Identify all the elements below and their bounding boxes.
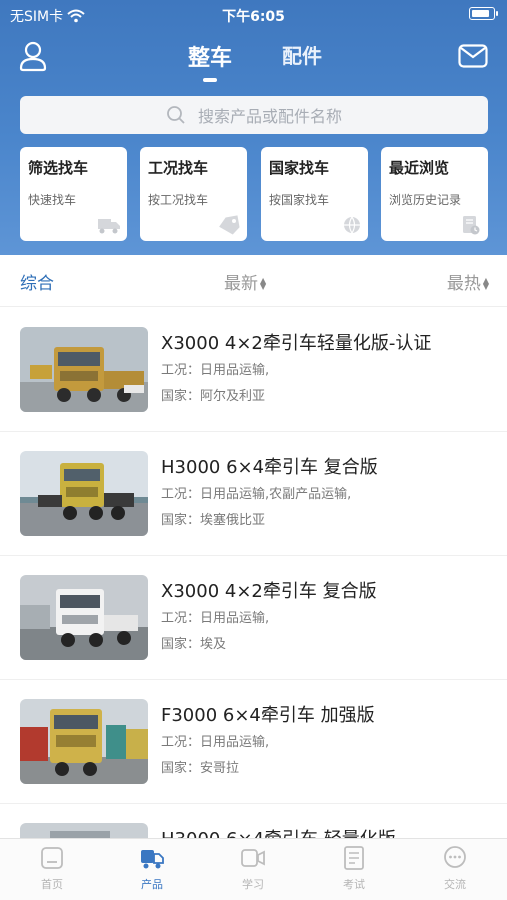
product-title: X3000 4×2牵引车 复合版	[161, 581, 377, 602]
work-value: 日用品运输,	[200, 735, 270, 750]
country-label: 国家：	[161, 389, 201, 404]
card-title: 国家找车	[269, 159, 330, 177]
exam-icon	[344, 846, 364, 870]
product-country: 国家：埃及	[161, 633, 226, 652]
list-item[interactable]: X3000 4×2牵引车轻量化版-认证 工况：日用品运输, 国家：阿尔及利亚	[0, 308, 507, 432]
tab-home[interactable]: 首页	[17, 845, 87, 892]
work-value: 日用品运输,农副产品运输,	[200, 487, 352, 502]
work-label: 工况：	[161, 487, 201, 502]
tab-label: 考试	[343, 878, 365, 891]
card-title: 筛选找车	[28, 159, 89, 177]
card-subtitle: 按工况找车	[148, 193, 209, 207]
active-tab-indicator	[203, 78, 217, 82]
sort-newest-label: 最新	[224, 274, 258, 294]
country-value: 埃及	[200, 637, 227, 652]
tag-icon	[219, 215, 240, 235]
card-title: 工况找车	[148, 159, 209, 177]
product-work-condition: 工况：日用品运输,	[161, 359, 269, 378]
list-item[interactable]: X3000 4×2牵引车 复合版 工况：日用品运输, 国家：埃及	[0, 556, 507, 680]
product-country: 国家：阿尔及利亚	[161, 385, 265, 404]
country-label: 国家：	[161, 637, 201, 652]
card-subtitle: 快速找车	[28, 193, 77, 207]
status-time: 下午6:05	[222, 9, 285, 25]
country-value: 阿尔及利亚	[200, 389, 266, 404]
history-icon	[463, 216, 480, 235]
truck-icon	[98, 219, 120, 234]
country-value: 埃塞俄比亚	[200, 513, 266, 528]
message-button[interactable]	[458, 44, 488, 68]
card-filter-search[interactable]: 筛选找车 快速找车	[20, 147, 127, 241]
sort-newest[interactable]: 最新 ▲ ▼	[224, 269, 266, 294]
mail-icon	[458, 44, 488, 68]
search-icon	[167, 106, 185, 124]
product-image	[20, 451, 148, 536]
work-value: 日用品运输,	[200, 611, 270, 626]
search-placeholder: 搜索产品或配件名称	[197, 107, 342, 126]
tab-exam[interactable]: 考试	[319, 845, 389, 892]
sort-hottest-label: 最热	[446, 274, 481, 294]
tab-products[interactable]: 产品	[117, 845, 187, 892]
tab-label: 学习	[242, 878, 264, 891]
tab-label: 产品	[141, 878, 163, 891]
product-image	[20, 327, 148, 412]
work-label: 工况：	[161, 611, 201, 626]
header: 无SIM卡 下午6:05 整车 配件 搜索产品或配件名称 筛选找车 快速找车 工…	[0, 0, 507, 255]
tab-community[interactable]: 交流	[420, 845, 490, 892]
sort-composite[interactable]: 综合	[20, 269, 54, 294]
tab-vehicle[interactable]: 整车	[188, 40, 232, 72]
user-icon	[19, 41, 47, 72]
user-button[interactable]	[18, 40, 48, 72]
sort-arrows-icon: ▲ ▼	[260, 276, 267, 291]
tab-label: 交流	[444, 878, 466, 891]
product-country: 国家：埃塞俄比亚	[161, 509, 265, 528]
list-item[interactable]: H3000 6×4牵引车 复合版 工况：日用品运输,农副产品运输, 国家：埃塞俄…	[0, 432, 507, 556]
tab-label: 首页	[41, 878, 63, 891]
product-work-condition: 工况：日用品运输,农副产品运输,	[161, 483, 351, 502]
home-icon	[41, 847, 63, 869]
list-item[interactable]: F3000 6×4牵引车 加强版 工况：日用品运输, 国家：安哥拉	[0, 680, 507, 804]
work-label: 工况：	[161, 735, 201, 750]
product-title: X3000 4×2牵引车轻量化版-认证	[161, 333, 432, 354]
product-work-condition: 工况：日用品运输,	[161, 731, 269, 750]
work-label: 工况：	[161, 363, 201, 378]
work-value: 日用品运输,	[200, 363, 270, 378]
sort-hottest[interactable]: 最热 ▲ ▼	[447, 269, 489, 294]
truck-icon	[141, 850, 164, 869]
sort-arrows-icon: ▲ ▼	[482, 276, 489, 291]
video-icon	[241, 849, 265, 867]
tab-parts[interactable]: 配件	[282, 40, 322, 69]
top-nav: 整车 配件	[0, 30, 507, 86]
chat-icon	[444, 846, 466, 868]
sort-bar: 综合 最新 ▲ ▼ 最热 ▲ ▼	[0, 255, 507, 307]
country-label: 国家：	[161, 761, 201, 776]
tab-learn[interactable]: 学习	[218, 845, 288, 892]
bottom-tab-bar: 首页 产品 学习 考试 交流	[0, 838, 507, 900]
product-title: F3000 6×4牵引车 加强版	[161, 705, 375, 726]
product-country: 国家：安哥拉	[161, 757, 239, 776]
card-recent[interactable]: 最近浏览 浏览历史记录	[381, 147, 488, 241]
product-work-condition: 工况：日用品运输,	[161, 607, 269, 626]
search-input[interactable]: 搜索产品或配件名称	[20, 96, 488, 134]
quick-cards: 筛选找车 快速找车 工况找车 按工况找车 国家找车 按国家找车 最近浏览 浏览历…	[20, 147, 488, 241]
country-label: 国家：	[161, 513, 201, 528]
card-work-condition[interactable]: 工况找车 按工况找车	[140, 147, 247, 241]
globe-icon	[344, 216, 360, 234]
status-bar: 无SIM卡 下午6:05	[0, 0, 507, 28]
battery-icon	[469, 7, 498, 20]
card-subtitle: 按国家找车	[269, 193, 330, 207]
card-title: 最近浏览	[389, 159, 450, 177]
product-image	[20, 575, 148, 660]
country-value: 安哥拉	[200, 761, 240, 776]
card-subtitle: 浏览历史记录	[389, 193, 462, 207]
product-title: H3000 6×4牵引车 复合版	[161, 457, 378, 478]
card-country[interactable]: 国家找车 按国家找车	[261, 147, 368, 241]
product-image	[20, 699, 148, 784]
battery-level	[472, 10, 489, 17]
